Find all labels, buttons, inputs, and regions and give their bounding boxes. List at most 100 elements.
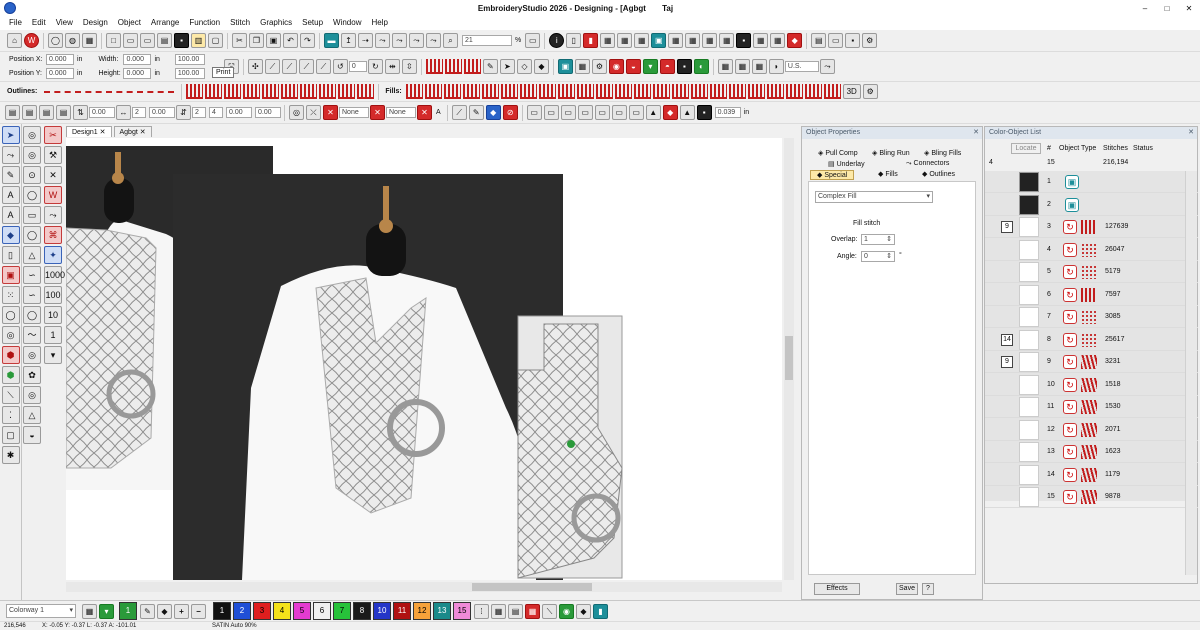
tie-in-select[interactable]: None (339, 107, 369, 118)
connector-icon[interactable]: ⟋ (451, 105, 467, 120)
menu-graphics[interactable]: Graphics (255, 16, 297, 30)
monitor-icon[interactable]: ▭ (828, 33, 844, 48)
menu-design[interactable]: Design (78, 16, 113, 30)
vscroll-thumb[interactable] (785, 336, 793, 380)
show-connectors-icon[interactable]: ▦ (753, 33, 769, 48)
monogram-icon[interactable]: A (1, 206, 20, 224)
ruler-10-icon[interactable]: 10 (44, 306, 62, 324)
zoom-field[interactable]: 21 (462, 35, 512, 46)
send-to-machine-icon[interactable]: ▬ (324, 33, 339, 48)
current-color-swatch[interactable]: 1 (119, 602, 137, 620)
palette-swatch[interactable]: 1 (213, 602, 231, 620)
fill-stipple-icon[interactable] (576, 84, 594, 99)
cylinder-icon[interactable]: ▯ (1, 246, 20, 264)
measure-ruler-icon[interactable]: ⤳ (819, 59, 835, 74)
slash-icon[interactable]: ⟍ (542, 603, 557, 619)
gear-icon[interactable]: ⚙ (591, 59, 607, 74)
object-row[interactable]: ↻ 15 9878 (985, 486, 1198, 508)
tshirt-color-icon[interactable]: ▾ (99, 603, 114, 619)
round-b-icon[interactable]: ◎ (23, 386, 41, 404)
palette-swatch[interactable]: 13 (433, 602, 451, 620)
palette-swatch[interactable]: 3 (253, 602, 271, 620)
tatami-stitch-icon[interactable] (444, 59, 462, 74)
object-row[interactable]: ▣ 1 (985, 171, 1198, 193)
tab-special[interactable]: ◆ Special (810, 170, 855, 180)
hscroll-thumb[interactable] (472, 583, 592, 591)
shape-round-icon[interactable]: ▭ (560, 105, 576, 120)
fill-chenille-icon[interactable] (652, 84, 670, 99)
wilcom-logo-icon[interactable]: W (24, 33, 39, 48)
node-icon[interactable]: ◆ (533, 59, 549, 74)
close-button[interactable]: ✕ (1178, 4, 1200, 13)
fill-trapunto-icon[interactable] (595, 84, 613, 99)
shape-tool-icon[interactable]: ◆ (1, 226, 20, 244)
cross-stitch-icon[interactable]: ✕ (44, 166, 62, 184)
tab-fills[interactable]: ◆ Fills (878, 170, 898, 178)
outline-backstitch-icon[interactable] (224, 84, 242, 99)
appliqué-tool-icon[interactable]: ▣ (1, 266, 20, 284)
ruler-tool-icon[interactable]: 1000 (44, 266, 65, 284)
outline-style-dropdown[interactable] (44, 90, 175, 93)
open-file-icon[interactable]: ▭ (123, 33, 138, 48)
color-grid-icon[interactable]: ▦ (617, 33, 633, 48)
group-badge[interactable]: 14 (1001, 333, 1013, 346)
fill-3d-button[interactable]: 3D (842, 84, 861, 99)
palette-swatch[interactable]: 2 (233, 602, 251, 620)
width-field[interactable]: 0.000 (123, 54, 152, 65)
thread-chart-icon[interactable]: ▦ (491, 603, 506, 619)
menu-arrange[interactable]: Arrange (146, 16, 184, 30)
outline-motif-icon[interactable] (300, 84, 318, 99)
rotate-icon[interactable]: ↺ (332, 59, 348, 74)
fill-cross-icon[interactable] (557, 84, 575, 99)
needle-icon[interactable]: ⟍ (1, 386, 20, 404)
object-row[interactable]: ↻ 11 1530 (985, 396, 1198, 418)
trim-icon[interactable]: ⤫ (306, 105, 321, 120)
picture-icon[interactable]: ▣ (557, 59, 573, 74)
shape-triangle-icon[interactable]: ▲ (645, 105, 661, 120)
object-row[interactable]: ↻ 7 3085 (985, 306, 1198, 328)
stitch-player-icon[interactable]: ⤳ (375, 33, 390, 48)
reshape-icon[interactable]: ◇ (516, 59, 532, 74)
arrange-grid-icon[interactable]: ▦ (717, 59, 733, 74)
grid-icon[interactable]: ▦ (600, 33, 616, 48)
dots-icon[interactable]: ⁙ (1, 286, 20, 304)
fill-radial-icon[interactable] (519, 84, 537, 99)
magnet-icon[interactable]: ◗ (768, 59, 784, 74)
show-vectors-icon[interactable]: ▪ (736, 33, 752, 48)
zoom-box-icon[interactable]: ▭ (525, 33, 541, 48)
layers-icon[interactable]: ◆ (787, 33, 803, 48)
scissor-tool-icon[interactable]: ✂ (44, 126, 62, 144)
shape-invert-icon[interactable]: ▪ (696, 105, 712, 120)
hoop-tool-icon[interactable]: ▢ (1, 426, 20, 444)
ruler-100-icon[interactable]: 100 (44, 286, 62, 304)
shape-corner-icon[interactable]: ▭ (628, 105, 644, 120)
ellipse-tool-icon[interactable]: ◯ (23, 226, 41, 244)
auto-split-icon[interactable]: ▤ (56, 105, 71, 120)
eyedropper-icon[interactable]: ✎ (140, 603, 155, 619)
outline-run-icon[interactable] (186, 84, 204, 99)
fill-sequin-icon[interactable] (671, 84, 689, 99)
hoop-settings-icon[interactable]: ◍ (65, 33, 80, 48)
units-select[interactable]: U.S. (784, 61, 819, 72)
maximize-button[interactable]: □ (1156, 4, 1178, 13)
hoop-icon[interactable]: ◯ (48, 33, 63, 48)
object-row[interactable]: ↻ 13 1623 (985, 441, 1198, 463)
object-row[interactable]: ↻ 12 2071 (985, 419, 1198, 441)
fill-flexi-icon[interactable] (747, 84, 765, 99)
show-fabric-icon[interactable]: ▦ (634, 33, 650, 48)
rect-tool-icon[interactable]: ▭ (23, 206, 41, 224)
ring-b-icon[interactable]: ◎ (23, 346, 41, 364)
colorway-select[interactable]: Colorway 1 ▾ (6, 604, 76, 618)
color-fill-icon[interactable]: ◆ (485, 105, 501, 120)
copy-icon[interactable]: ❐ (249, 33, 264, 48)
save-icon[interactable]: ▪ (174, 33, 189, 48)
spool-icon[interactable]: ▮ (593, 603, 608, 619)
fill-curved-icon[interactable] (728, 84, 746, 99)
gap-field[interactable]: 0.00 (255, 107, 281, 118)
shape-point-icon[interactable]: ▲ (679, 105, 695, 120)
triangle-tool-icon[interactable]: △ (23, 246, 41, 264)
palette-icon[interactable]: ▦ (82, 603, 97, 619)
split-line-icon[interactable]: ▤ (39, 105, 54, 120)
new-file-icon[interactable]: □ (106, 33, 121, 48)
fill-fractal-icon[interactable] (785, 84, 803, 99)
